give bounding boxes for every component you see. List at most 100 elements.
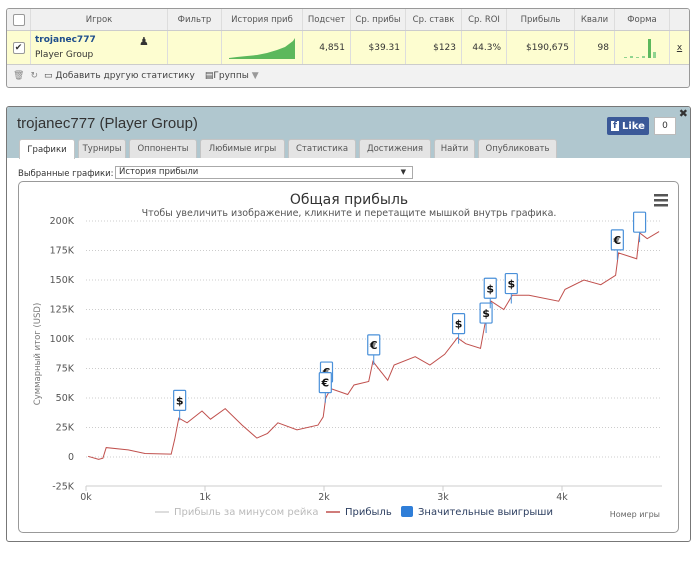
chart-select[interactable]: История прибыли ▼ bbox=[115, 166, 413, 179]
player-stats-table: Игрок Фильтр История приб Подсчет Ср. пр… bbox=[6, 8, 690, 88]
flag-symbol: € bbox=[613, 234, 622, 247]
like-label: Like bbox=[621, 120, 645, 132]
flag-symbol: € bbox=[369, 339, 378, 352]
select-all-checkbox[interactable] bbox=[7, 9, 31, 30]
col-avg-stake[interactable]: Ср. ставк bbox=[406, 9, 462, 30]
big-win-flag[interactable]: € bbox=[610, 229, 624, 260]
chart-subtitle: Чтобы увеличить изображение, кликните и … bbox=[142, 208, 557, 219]
count-value: 4,851 bbox=[303, 31, 351, 64]
flag-symbol: $ bbox=[482, 307, 490, 320]
facebook-icon: f bbox=[611, 121, 619, 131]
modal-title: trojanec777 (Player Group) bbox=[17, 115, 198, 132]
player-group: Player Group bbox=[35, 50, 94, 60]
profit-sparkline bbox=[222, 31, 303, 64]
groups-button[interactable]: ▤Группы ▼ bbox=[205, 71, 259, 81]
flag-symbol: $ bbox=[486, 282, 494, 295]
chart-svg[interactable]: Общая прибыль Чтобы увеличить изображени… bbox=[19, 182, 678, 532]
col-profit[interactable]: Прибыль bbox=[507, 9, 575, 30]
y-tick-label: 0 bbox=[68, 452, 74, 463]
tab-achievements[interactable]: Достижения bbox=[359, 139, 431, 158]
form-chart bbox=[615, 31, 670, 64]
legend-item-big-wins[interactable]: Значительные выигрыши bbox=[401, 506, 553, 518]
tab-publish[interactable]: Опубликовать bbox=[478, 139, 557, 158]
y-tick-label: 100K bbox=[50, 334, 75, 345]
legend-item-profit[interactable]: Прибыль bbox=[326, 507, 392, 518]
y-tick-label: 175K bbox=[50, 246, 75, 257]
y-tick-label: 25K bbox=[56, 423, 75, 434]
col-player[interactable]: Игрок bbox=[31, 9, 168, 30]
big-win-flag[interactable] bbox=[632, 211, 647, 243]
big-win-flag[interactable]: $ bbox=[451, 313, 466, 344]
tab-favorite-games[interactable]: Любимые игры bbox=[200, 139, 285, 158]
col-filter[interactable]: Фильтр bbox=[168, 9, 222, 30]
legend-item-net-profit[interactable]: Прибыль за минусом рейка bbox=[155, 507, 319, 518]
avg-profit-value: $39.31 bbox=[351, 31, 406, 64]
table-footer: 🗑 ↻ ▭ Добавить другую статистику ▤Группы… bbox=[7, 65, 689, 87]
tab-find[interactable]: Найти bbox=[434, 139, 475, 158]
chart-title: Общая прибыль bbox=[290, 192, 408, 208]
big-win-flag[interactable]: $ bbox=[173, 389, 187, 421]
col-avg-profit[interactable]: Ср. прибы bbox=[351, 9, 406, 30]
menu-icon[interactable] bbox=[654, 194, 668, 207]
chevron-down-icon: ▼ bbox=[251, 71, 259, 81]
legend: Прибыль за минусом рейка Прибыль Значите… bbox=[155, 506, 553, 518]
facebook-like-button[interactable]: f Like bbox=[607, 117, 649, 135]
y-tick-label: 75K bbox=[56, 364, 75, 375]
svg-text:Значительные выигрыши: Значительные выигрыши bbox=[418, 507, 553, 518]
x-axis-label: Номер игры bbox=[610, 510, 660, 519]
close-icon[interactable]: ✖ bbox=[679, 107, 688, 120]
player-name-link[interactable]: trojanec777 bbox=[35, 35, 96, 45]
col-avg-roi[interactable]: Ср. ROI bbox=[462, 9, 507, 30]
col-form[interactable]: Форма bbox=[615, 9, 670, 30]
avg-roi-value: 44.3% bbox=[462, 31, 507, 64]
qual-value: 98 bbox=[575, 31, 615, 64]
y-axis-label: Суммарный итог (USD) bbox=[33, 303, 43, 406]
player-modal: trojanec777 (Player Group) f Like 0 Графи… bbox=[6, 106, 691, 542]
window-icon: ▭ bbox=[43, 71, 56, 81]
tab-statistics[interactable]: Статистика bbox=[288, 139, 356, 158]
like-count: 0 bbox=[654, 117, 676, 135]
refresh-icon[interactable]: ↻ bbox=[30, 71, 38, 81]
tab-tournaments[interactable]: Турниры bbox=[78, 139, 126, 158]
flag-symbol: $ bbox=[176, 394, 184, 407]
x-tick-label: 1k bbox=[199, 492, 211, 503]
x-tick-label: 0k bbox=[80, 492, 92, 503]
remove-row-button[interactable]: x bbox=[670, 31, 689, 64]
flag-symbol: € bbox=[320, 377, 329, 390]
y-tick-label: -25K bbox=[52, 482, 75, 493]
dropdown-arrow-icon: ▼ bbox=[400, 168, 406, 176]
poker-site-icon: ♟ bbox=[139, 35, 149, 48]
y-tick-label: 150K bbox=[50, 275, 75, 286]
profit-value: $190,675 bbox=[507, 31, 575, 64]
tab-opponents[interactable]: Оппоненты bbox=[129, 139, 197, 158]
modal-header: trojanec777 (Player Group) f Like 0 Графи… bbox=[7, 107, 690, 159]
y-tick-label: 125K bbox=[50, 305, 75, 316]
y-tick-label: 200K bbox=[50, 216, 75, 227]
groups-label: Группы bbox=[213, 71, 249, 81]
col-qual[interactable]: Квали bbox=[575, 9, 615, 30]
add-stat-label: Добавить другую статистику bbox=[55, 71, 195, 81]
x-tick-label: 4k bbox=[556, 492, 568, 503]
profit-chart[interactable]: Общая прибыль Чтобы увеличить изображени… bbox=[18, 181, 679, 533]
table-header: Игрок Фильтр История приб Подсчет Ср. пр… bbox=[7, 9, 689, 31]
avg-stake-value: $123 bbox=[406, 31, 462, 64]
table-row: ✔ trojanec777 Player Group ♟ 4,851 $39.3… bbox=[7, 31, 689, 65]
col-profit-history[interactable]: История приб bbox=[222, 9, 303, 30]
flag-symbol: $ bbox=[455, 318, 463, 331]
flag-symbol: $ bbox=[507, 278, 515, 291]
col-count[interactable]: Подсчет bbox=[303, 9, 351, 30]
tab-charts[interactable]: Графики bbox=[19, 139, 75, 159]
add-stat-button[interactable]: ▭ Добавить другую статистику bbox=[44, 71, 195, 81]
svg-text:Прибыль: Прибыль bbox=[345, 507, 392, 518]
chart-select-value: История прибыли bbox=[119, 167, 199, 177]
row-checkbox[interactable]: ✔ bbox=[7, 31, 31, 64]
big-win-flag[interactable]: $ bbox=[504, 272, 518, 304]
svg-text:Прибыль за минусом рейка: Прибыль за минусом рейка bbox=[174, 507, 319, 518]
x-tick-label: 3k bbox=[437, 492, 449, 503]
y-tick-label: 50K bbox=[56, 393, 75, 404]
trash-icon[interactable]: 🗑 bbox=[13, 71, 24, 81]
filter-cell[interactable] bbox=[168, 31, 222, 64]
big-win-flag[interactable]: € bbox=[367, 334, 381, 365]
x-tick-label: 2k bbox=[318, 492, 330, 503]
select-label: Выбранные графики: bbox=[18, 169, 114, 179]
